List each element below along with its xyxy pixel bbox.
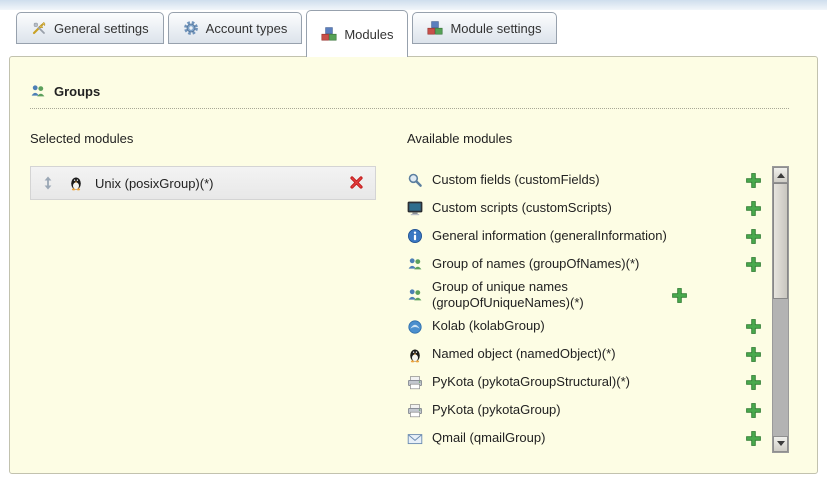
available-module-row: Named object (namedObject)(*) (407, 341, 762, 369)
info-icon (407, 228, 423, 244)
content-panel: Groups Selected modules (9, 56, 818, 474)
kolab-icon (407, 319, 423, 335)
add-module-button[interactable] (745, 200, 762, 217)
available-module-label: Named object (namedObject)(*) (432, 346, 736, 362)
modules-icon (321, 26, 337, 42)
section-title: Groups (54, 84, 100, 99)
tab-label: General settings (54, 21, 149, 36)
add-module-button[interactable] (745, 402, 762, 419)
tab-label: Module settings (450, 21, 541, 36)
available-module-label: Group of names (groupOfNames)(*) (432, 256, 736, 272)
modules-icon (427, 20, 443, 36)
tab-label: Account types (206, 21, 288, 36)
available-module-label: Qmail (qmailGroup) (432, 430, 736, 446)
available-modules-heading: Available modules (407, 131, 789, 146)
available-module-row: PyKota (pykotaGroup) (407, 397, 762, 425)
available-module-row: Group of unique names (groupOfUniqueName… (407, 278, 762, 313)
mail-icon (407, 431, 423, 447)
section-header: Groups (30, 83, 789, 109)
available-module-label: Kolab (kolabGroup) (432, 318, 736, 334)
tab-account-types[interactable]: Account types (168, 12, 303, 44)
scrollbar[interactable] (772, 166, 789, 453)
scrollbar-down-button[interactable] (773, 436, 788, 452)
available-module-row: PyKota (pykotaGroupStructural)(*) (407, 369, 762, 397)
available-module-label: PyKota (pykotaGroupStructural)(*) (432, 374, 736, 390)
available-modules-wrap: Custom fields (customFields) (407, 166, 789, 453)
selected-module-row[interactable]: Unix (posixGroup)(*) (30, 166, 376, 200)
available-modules-list: Custom fields (customFields) (407, 166, 762, 453)
tab-modules[interactable]: Modules (306, 10, 408, 57)
available-module-label: Group of unique names (groupOfUniqueName… (432, 279, 662, 312)
add-module-button[interactable] (745, 430, 762, 447)
available-module-label: Custom scripts (customScripts) (432, 200, 736, 216)
available-module-row: Custom scripts (customScripts) (407, 194, 762, 222)
available-modules-column: Available modules Custom fields (customF… (407, 131, 789, 453)
tab-general-settings[interactable]: General settings (16, 12, 164, 44)
window-top-strip (0, 0, 827, 10)
add-module-button[interactable] (745, 346, 762, 363)
available-module-label: Custom fields (customFields) (432, 172, 736, 188)
penguin-icon (407, 347, 423, 363)
add-module-button[interactable] (671, 287, 688, 304)
available-module-label: General information (generalInformation) (432, 228, 736, 244)
selected-modules-heading: Selected modules (30, 131, 392, 146)
printer-icon (407, 375, 423, 391)
available-module-row: General information (generalInformation) (407, 222, 762, 250)
tools-icon (31, 20, 47, 36)
available-module-row: Qmail (qmailGroup) (407, 425, 762, 453)
magnifier-icon (407, 172, 423, 188)
drag-handle-icon[interactable] (41, 175, 57, 191)
scrollbar-track[interactable] (773, 183, 788, 436)
groups-icon (30, 83, 46, 99)
add-module-button[interactable] (745, 318, 762, 335)
gear-icon (183, 20, 199, 36)
group-icon (407, 287, 423, 303)
scrollbar-thumb[interactable] (773, 183, 788, 299)
tab-module-settings[interactable]: Module settings (412, 12, 556, 44)
add-module-button[interactable] (745, 172, 762, 189)
available-module-label: PyKota (pykotaGroup) (432, 402, 736, 418)
available-module-row: Group of names (groupOfNames)(*) (407, 250, 762, 278)
selected-module-label: Unix (posixGroup)(*) (95, 176, 338, 191)
selected-modules-column: Selected modules (30, 131, 392, 453)
tab-bar: General settings Account types Modules (0, 10, 827, 44)
group-icon (407, 256, 423, 272)
scrollbar-up-button[interactable] (773, 167, 788, 183)
screen-icon (407, 200, 423, 216)
tab-label: Modules (344, 27, 393, 42)
available-module-row: Custom fields (customFields) (407, 166, 762, 194)
remove-module-button[interactable] (349, 175, 365, 191)
modules-columns: Selected modules (30, 131, 789, 453)
available-module-row: Kolab (kolabGroup) (407, 313, 762, 341)
add-module-button[interactable] (745, 228, 762, 245)
printer-icon (407, 403, 423, 419)
add-module-button[interactable] (745, 374, 762, 391)
penguin-icon (68, 175, 84, 191)
add-module-button[interactable] (745, 256, 762, 273)
